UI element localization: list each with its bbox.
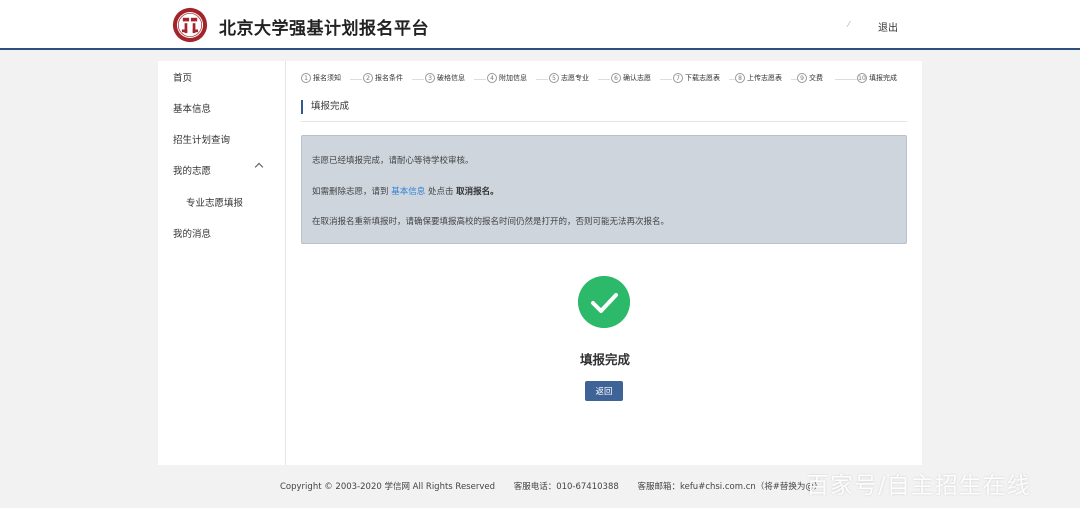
notice-line-2: 如需删除志愿，请到 基本信息 处点击 取消报名。 bbox=[312, 185, 499, 197]
notice-line-2-mid: 处点击 bbox=[427, 187, 454, 197]
university-logo-icon bbox=[172, 7, 208, 43]
main-panel: 首页 基本信息 招生计划查询 我的志愿 专业志愿填报 我的消息 1 报名须知 2报… bbox=[158, 61, 922, 465]
step-number: 1 bbox=[301, 73, 311, 83]
step-connector bbox=[835, 79, 857, 80]
notice-line-1: 志愿已经填报完成，请耐心等待学校审核。 bbox=[312, 156, 474, 166]
step-1: 1 报名须知 bbox=[301, 73, 341, 83]
section-title: 填报完成 bbox=[301, 100, 349, 114]
footer-phone: 客服电话：010-67410388 bbox=[513, 482, 619, 492]
watermark-text: 百家号/自主招生在线 bbox=[806, 473, 1031, 499]
step-connector bbox=[412, 79, 424, 80]
success-title: 填报完成 bbox=[579, 352, 630, 367]
step-label: 附加信息 bbox=[499, 74, 527, 82]
step-number: 5 bbox=[549, 73, 559, 83]
cancel-registration-text: 取消报名。 bbox=[456, 187, 499, 197]
step-8: 8 上传志愿表 bbox=[735, 73, 782, 83]
sidebar-item-basic-info[interactable]: 基本信息 bbox=[173, 101, 211, 115]
sidebar-item-major-fill[interactable]: 专业志愿填报 bbox=[186, 195, 243, 209]
step-3: 3 破格信息 bbox=[425, 73, 465, 83]
sidebar-nav: 首页 基本信息 招生计划查询 我的志愿 专业志愿填报 我的消息 bbox=[158, 61, 286, 465]
step-label: 交费 bbox=[809, 74, 823, 82]
basic-info-link[interactable]: 基本信息 bbox=[391, 187, 425, 197]
step-connector bbox=[474, 79, 486, 80]
sidebar-item-home[interactable]: 首页 bbox=[173, 70, 192, 84]
step-6: 6 确认志愿 bbox=[611, 73, 651, 83]
step-number: 9 bbox=[797, 73, 807, 83]
step-connector bbox=[660, 79, 672, 80]
step-10: 10 填报完成 bbox=[857, 73, 897, 83]
step-connector bbox=[598, 79, 610, 80]
notice-line-2-prefix: 如需删除志愿，请到 bbox=[312, 187, 389, 197]
step-number: 7 bbox=[673, 73, 683, 83]
site-title: 北京大学强基计划报名平台 bbox=[219, 19, 429, 39]
sidebar-item-plan-query[interactable]: 招生计划查询 bbox=[173, 132, 230, 146]
step-label: 报名条件 bbox=[375, 74, 403, 82]
step-number: 3 bbox=[425, 73, 435, 83]
chevron-up-icon[interactable] bbox=[254, 162, 264, 172]
step-label: 填报完成 bbox=[869, 74, 897, 82]
step-number: 4 bbox=[487, 73, 497, 83]
user-indicator: ⁄ bbox=[848, 20, 850, 29]
step-label: 确认志愿 bbox=[623, 74, 651, 82]
section-divider bbox=[301, 121, 907, 122]
notice-box: 志愿已经填报完成，请耐心等待学校审核。 如需删除志愿，请到 基本信息 处点击 取… bbox=[301, 135, 907, 244]
step-7: 7 下载志愿表 bbox=[673, 73, 720, 83]
check-circle-icon bbox=[578, 276, 630, 328]
step-2: 2 报名条件 bbox=[363, 73, 403, 83]
step-number: 8 bbox=[735, 73, 745, 83]
step-label: 下载志愿表 bbox=[685, 74, 720, 82]
back-button[interactable]: 返回 bbox=[585, 381, 623, 401]
progress-steps: 1 报名须知 2 报名条件 3 破格信息 4 附加信息 5 志愿专业 6 确认志愿 7 下载志… bbox=[301, 73, 906, 85]
page-footer: Copyright © 2003-2020 学信网 All Rights Res… bbox=[280, 480, 838, 492]
step-5: 5 志愿专业 bbox=[549, 73, 589, 83]
footer-copyright: Copyright © 2003-2020 学信网 All Rights Res… bbox=[280, 482, 495, 492]
step-9: 9 交费 bbox=[797, 73, 823, 83]
step-connector bbox=[536, 79, 548, 80]
step-connector bbox=[350, 79, 362, 80]
footer-email: 客服邮箱：kefu#chsi.com.cn（将#替换为@） bbox=[637, 482, 823, 492]
top-header: 北京大学强基计划报名平台 ⁄ 退出 bbox=[0, 0, 1080, 50]
step-number: 6 bbox=[611, 73, 621, 83]
sidebar-item-my-volunteer[interactable]: 我的志愿 bbox=[173, 163, 211, 177]
sidebar-item-messages[interactable]: 我的消息 bbox=[173, 226, 211, 240]
logout-link[interactable]: 退出 bbox=[878, 19, 898, 34]
step-4: 4 附加信息 bbox=[487, 73, 527, 83]
notice-line-3: 在取消报名重新填报时，请确保要填报高校的报名时间仍然是打开的，否则可能无法再次报… bbox=[312, 217, 670, 227]
step-label: 报名须知 bbox=[313, 74, 341, 82]
step-number: 10 bbox=[857, 73, 867, 83]
step-label: 上传志愿表 bbox=[747, 74, 782, 82]
step-label: 志愿专业 bbox=[561, 74, 589, 82]
step-label: 破格信息 bbox=[437, 74, 465, 82]
step-number: 2 bbox=[363, 73, 373, 83]
